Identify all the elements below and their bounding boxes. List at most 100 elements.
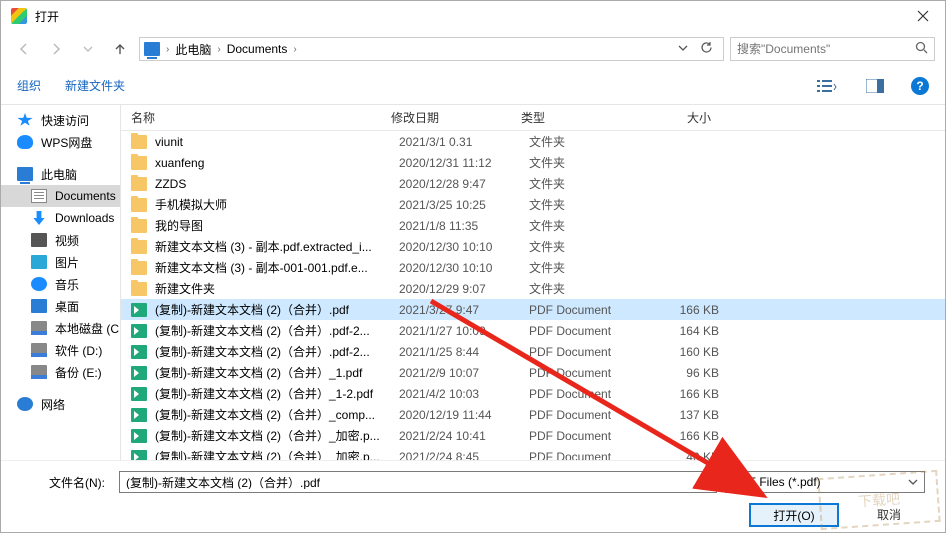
file-row[interactable]: viunit2021/3/1 0.31文件夹	[121, 131, 945, 152]
file-row[interactable]: (复制)-新建文本文档 (2)（合并）_加密.p...2021/2/24 8:4…	[121, 446, 945, 460]
view-icon	[817, 79, 837, 93]
file-row[interactable]: (复制)-新建文本文档 (2)（合并）_comp...2020/12/19 11…	[121, 404, 945, 425]
sidebar-item[interactable]: 备份 (E:)	[1, 361, 120, 383]
sidebar-item[interactable]: 软件 (D:)	[1, 339, 120, 361]
chevron-down-icon[interactable]	[700, 477, 710, 487]
pc-icon	[17, 167, 33, 181]
sidebar-item[interactable]: Documents	[1, 185, 120, 207]
file-type: 文件夹	[529, 154, 649, 171]
file-name: 手机模拟大师	[155, 196, 399, 213]
address-bar[interactable]: › 此电脑 › Documents ›	[139, 37, 724, 61]
open-button[interactable]: 打开(O)	[749, 503, 839, 527]
new-folder-button[interactable]: 新建文件夹	[65, 77, 125, 94]
search-box[interactable]	[730, 37, 935, 61]
file-row[interactable]: (复制)-新建文本文档 (2)（合并）_1.pdf2021/2/9 10:07P…	[121, 362, 945, 383]
file-date: 2021/2/24 8:45	[399, 450, 529, 461]
column-name[interactable]: 名称	[131, 109, 391, 126]
file-row[interactable]: ZZDS2020/12/28 9:47文件夹	[121, 173, 945, 194]
desk-icon	[31, 299, 47, 313]
file-row[interactable]: 新建文件夹2020/12/29 9:07文件夹	[121, 278, 945, 299]
file-size: 137 KB	[649, 408, 729, 422]
help-icon: ?	[916, 79, 923, 93]
file-date: 2021/4/2 10:03	[399, 387, 529, 401]
column-size[interactable]: 大小	[641, 109, 721, 126]
sidebar-item[interactable]: Downloads	[1, 207, 120, 229]
sidebar-item[interactable]: 音乐	[1, 273, 120, 295]
app-icon	[11, 8, 27, 24]
pdf-icon	[131, 345, 147, 359]
file-list[interactable]: viunit2021/3/1 0.31文件夹xuanfeng2020/12/31…	[121, 131, 945, 460]
arrow-right-icon	[49, 42, 63, 56]
address-dropdown[interactable]	[672, 42, 694, 56]
file-size: 164 KB	[649, 324, 729, 338]
file-date: 2021/3/25 10:25	[399, 198, 529, 212]
file-row[interactable]: (复制)-新建文本文档 (2)（合并）.pdf-2...2021/1/27 10…	[121, 320, 945, 341]
breadcrumb-folder[interactable]: Documents	[225, 40, 290, 58]
folder-icon	[131, 219, 147, 233]
folder-icon	[131, 282, 147, 296]
file-type: 文件夹	[529, 175, 649, 192]
file-date: 2020/12/19 11:44	[399, 408, 529, 422]
sidebar-item-label: WPS网盘	[41, 134, 92, 151]
sidebar-item-label: Downloads	[55, 211, 114, 225]
refresh-icon	[700, 41, 713, 54]
file-row[interactable]: (复制)-新建文本文档 (2)（合并）_1-2.pdf2021/4/2 10:0…	[121, 383, 945, 404]
preview-pane-button[interactable]	[863, 75, 887, 97]
column-date[interactable]: 修改日期	[391, 109, 521, 126]
file-row[interactable]: 新建文本文档 (3) - 副本.pdf.extracted_i...2020/1…	[121, 236, 945, 257]
cancel-button[interactable]: 取消	[859, 503, 919, 525]
file-date: 2021/3/27 9:47	[399, 303, 529, 317]
sidebar-item[interactable]: 桌面	[1, 295, 120, 317]
file-type: 文件夹	[529, 196, 649, 213]
sidebar-item-label: 快速访问	[41, 112, 89, 129]
close-button[interactable]	[900, 1, 945, 31]
organize-menu[interactable]: 组织	[17, 77, 41, 94]
nav-up-button[interactable]	[107, 37, 133, 61]
sidebar-item[interactable]: 本地磁盘 (C	[1, 317, 120, 339]
preview-icon	[866, 79, 884, 93]
sidebar-item[interactable]: 此电脑	[1, 163, 120, 185]
file-date: 2021/2/9 10:07	[399, 366, 529, 380]
view-options-button[interactable]	[815, 75, 839, 97]
file-row[interactable]: xuanfeng2020/12/31 11:12文件夹	[121, 152, 945, 173]
disk-icon	[31, 321, 47, 335]
filename-field[interactable]	[119, 471, 717, 493]
file-size: 166 KB	[649, 387, 729, 401]
file-type-filter[interactable]: PDF Files (*.pdf)	[725, 471, 925, 493]
net-icon	[17, 397, 33, 411]
nav-back-button[interactable]	[11, 37, 37, 61]
pdf-icon	[131, 387, 147, 401]
file-type: 文件夹	[529, 133, 649, 150]
file-row[interactable]: 我的导图2021/1/8 11:35文件夹	[121, 215, 945, 236]
file-date: 2021/1/8 11:35	[399, 219, 529, 233]
file-size: 160 KB	[649, 345, 729, 359]
column-type[interactable]: 类型	[521, 109, 641, 126]
star-icon	[17, 113, 33, 127]
file-row[interactable]: 手机模拟大师2021/3/25 10:25文件夹	[121, 194, 945, 215]
sidebar-item[interactable]: 网络	[1, 393, 120, 415]
chevron-down-icon	[908, 477, 918, 487]
sidebar-item[interactable]: WPS网盘	[1, 131, 120, 153]
sidebar-item[interactable]: 图片	[1, 251, 120, 273]
file-type: PDF Document	[529, 429, 649, 443]
filename-label: 文件名(N):	[21, 474, 111, 491]
file-row[interactable]: (复制)-新建文本文档 (2)（合并）_加密.p...2021/2/24 10:…	[121, 425, 945, 446]
refresh-button[interactable]	[694, 41, 719, 57]
pdf-icon	[131, 303, 147, 317]
sidebar-item[interactable]: 视频	[1, 229, 120, 251]
search-input[interactable]	[737, 42, 909, 56]
filename-input[interactable]	[126, 475, 700, 489]
pdf-icon	[131, 450, 147, 461]
breadcrumb-root[interactable]: 此电脑	[173, 39, 213, 60]
sidebar-item[interactable]: 快速访问	[1, 109, 120, 131]
help-button[interactable]: ?	[911, 77, 929, 95]
nav-recent-button[interactable]	[75, 37, 101, 61]
pdf-icon	[131, 324, 147, 338]
sidebar-item-label: Documents	[55, 189, 116, 203]
file-date: 2020/12/28 9:47	[399, 177, 529, 191]
file-row[interactable]: (复制)-新建文本文档 (2)（合并）.pdf2021/3/27 9:47PDF…	[121, 299, 945, 320]
nav-forward-button[interactable]	[43, 37, 69, 61]
file-row[interactable]: 新建文本文档 (3) - 副本-001-001.pdf.e...2020/12/…	[121, 257, 945, 278]
file-row[interactable]: (复制)-新建文本文档 (2)（合并）.pdf-2...2021/1/25 8:…	[121, 341, 945, 362]
file-size: 40 KB	[649, 450, 729, 461]
